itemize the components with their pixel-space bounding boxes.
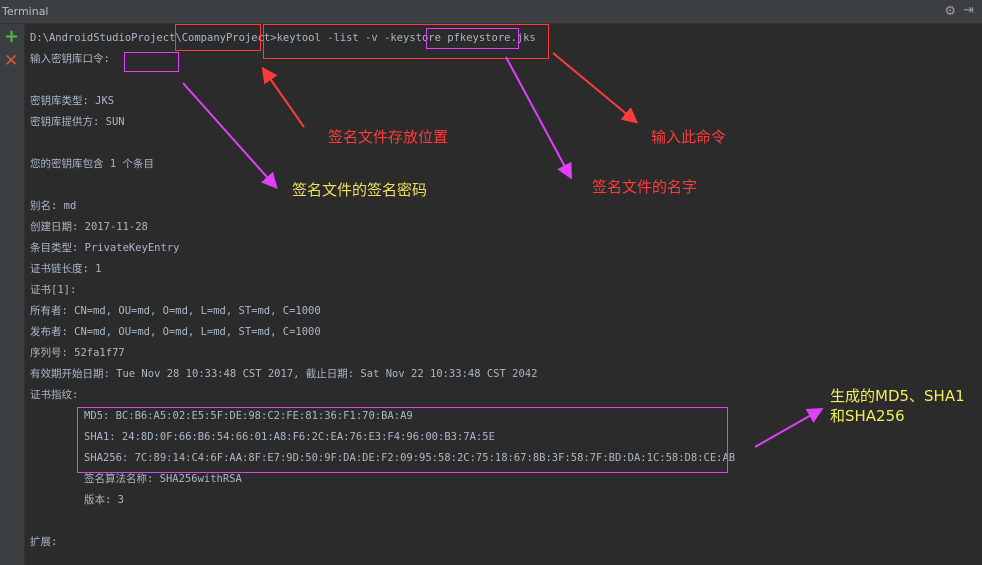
arrow-password	[182, 82, 278, 189]
annotation-password: 签名文件的签名密码	[292, 181, 428, 199]
arrow-location	[261, 66, 305, 128]
annotation-arrows	[182, 52, 824, 448]
arrow-command	[552, 52, 639, 124]
annotation-command: 输入此命令	[651, 128, 727, 146]
annotation-hashes-line1: 生成的MD5、SHA1	[830, 387, 965, 405]
arrow-filename	[505, 56, 572, 180]
arrow-hashes	[754, 408, 824, 448]
annotation-location: 签名文件存放位置	[328, 128, 449, 146]
annotation-filename: 签名文件的名字	[592, 178, 698, 196]
annotation-hashes-line2: 和SHA256	[830, 407, 905, 425]
